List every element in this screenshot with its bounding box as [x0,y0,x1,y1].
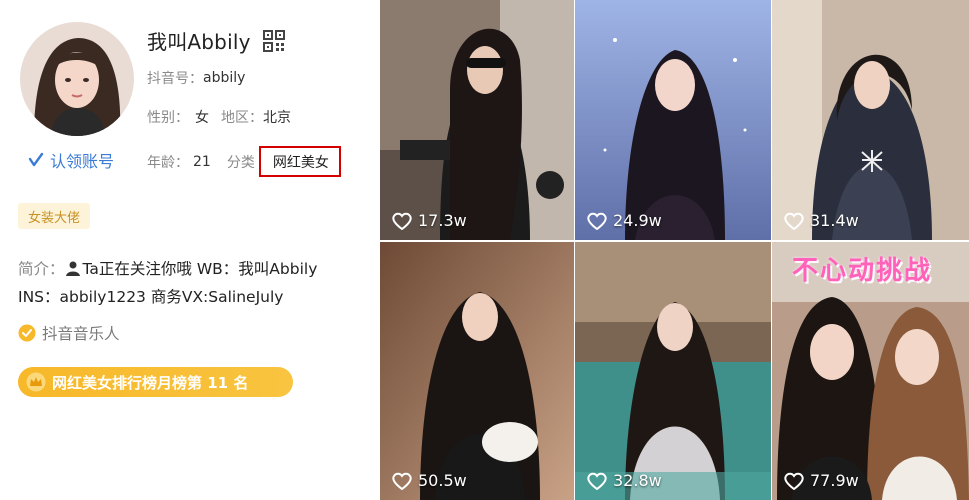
video-likes-3: 31.4w [784,211,859,230]
video-likes-count-4: 50.5w [418,471,467,490]
category-label: 分类 [226,154,255,171]
bio: 简介： Ta正在关注你哦 WB：我叫Abbily INS：abbily1223 商… [18,255,378,311]
video-thumbnail-1 [380,0,574,240]
heart-icon [784,472,804,490]
video-tile-4[interactable]: 50.5w [380,242,574,500]
heart-icon [587,212,607,230]
video-title-6: 不心动挑战 [792,256,933,286]
vip-tag[interactable]: 女装大佬 [18,203,91,229]
verified-check-icon [28,152,44,167]
gender-region-row: 性别： 女 地区： 北京 [147,107,291,127]
rank-label: 网红美女排行榜月榜第 11 名 [52,373,249,392]
bio-label: 简介： [18,260,65,278]
video-likes-6: 77.9w [784,471,859,490]
musician-badge-icon [18,324,36,342]
qr-code-icon[interactable] [262,29,285,52]
heart-icon [784,212,804,230]
musician-badge: 抖音音乐人 [18,322,120,344]
age-category-row: 年龄： 21 分类 网红美女 [147,146,341,177]
video-tile-6[interactable]: 不心动挑战 77.9w [772,242,969,500]
video-grid: 17.3w 24.9w 31.4w 50.5w 32.8w 不心动挑战 77.9… [380,0,969,500]
category-value-highlighted[interactable]: 网红美女 [258,146,341,177]
heart-icon [587,472,607,490]
douyin-id-label: 抖音号： [147,71,203,87]
video-tile-3[interactable]: 31.4w [772,0,969,240]
heart-icon [392,472,412,490]
video-likes-count-5: 32.8w [613,471,662,490]
crown-icon [26,372,46,392]
video-likes-count-3: 31.4w [810,211,859,230]
name-row: 我叫Abbily [147,26,285,55]
avatar-image [20,22,134,136]
claim-account-label: 认领账号 [50,152,115,171]
video-thumbnail-4 [380,242,574,500]
video-likes-2: 24.9w [587,211,662,230]
rank-banner[interactable]: 网红美女排行榜月榜第 11 名 [18,367,293,397]
gender-value: 女 [195,110,209,126]
video-likes-4: 50.5w [392,471,467,490]
video-tile-5[interactable]: 32.8w [575,242,771,500]
douyin-id-row: 抖音号： abbily [147,68,245,88]
age-label: 年龄： [147,154,189,171]
video-likes-1: 17.3w [392,211,467,230]
bio-line-1: 简介： Ta正在关注你哦 WB：我叫Abbily [18,255,378,283]
avatar[interactable] [20,22,134,136]
video-likes-5: 32.8w [587,471,662,490]
bio-text-2: INS：abbily1223 商务VX:SalineJuly [18,288,284,306]
musician-label: 抖音音乐人 [42,325,120,343]
video-thumbnail-3 [772,0,969,240]
video-tile-1[interactable]: 17.3w [380,0,574,240]
region-label: 地区： [221,110,263,126]
profile-panel: 认领账号 我叫Abbily 抖音号： abbily 性别： 女 地区： 北京 年… [0,0,380,500]
douyin-id-value: abbily [203,70,246,86]
gender-label: 性别： [147,110,189,126]
video-likes-count-1: 17.3w [418,211,467,230]
region-value: 北京 [263,110,291,126]
video-likes-count-6: 77.9w [810,471,859,490]
video-likes-count-2: 24.9w [613,211,662,230]
video-thumbnail-2 [575,0,771,240]
video-thumbnail-5 [575,242,771,500]
profile-name: 我叫Abbily [147,30,251,54]
age-value: 21 [193,153,211,170]
bio-text-1: Ta正在关注你哦 WB：我叫Abbily [82,260,318,278]
heart-icon [392,212,412,230]
person-icon [65,261,80,276]
video-tile-2[interactable]: 24.9w [575,0,771,240]
claim-account-link[interactable]: 认领账号 [28,148,114,172]
